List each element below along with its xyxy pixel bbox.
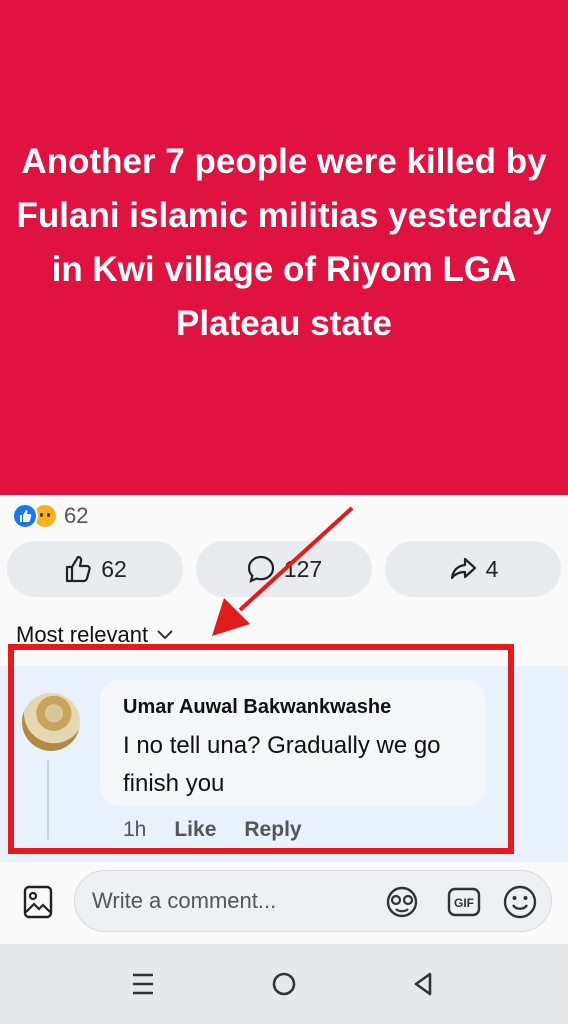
reaction-summary[interactable]: 62 <box>12 502 88 530</box>
post-text: Another 7 people were killed by Fulani i… <box>16 141 552 343</box>
post-actions: 62 127 4 <box>7 541 561 597</box>
menu-lines-icon <box>133 973 153 995</box>
home-button[interactable] <box>270 968 298 1005</box>
emoji-icon <box>503 885 537 919</box>
post-banner: Another 7 people were killed by Fulani i… <box>0 0 568 495</box>
chevron-down-icon <box>157 630 173 640</box>
svg-text:GIF: GIF <box>454 896 474 910</box>
home-circle-icon <box>272 972 296 996</box>
gif-button[interactable]: GIF <box>446 884 482 925</box>
back-button[interactable] <box>410 968 436 1005</box>
thumbs-up-icon <box>66 555 91 583</box>
share-count: 4 <box>485 555 499 582</box>
comment-button[interactable]: 127 <box>196 541 372 597</box>
like-reaction-icon <box>12 503 38 529</box>
recent-apps-button[interactable] <box>130 968 156 1005</box>
image-icon <box>23 885 53 919</box>
avatar-sticker-button[interactable] <box>384 884 420 925</box>
like-button[interactable]: 62 <box>7 541 183 597</box>
like-count: 62 <box>101 555 127 582</box>
comment-input-placeholder: Write a comment... <box>92 888 277 913</box>
share-arrow-icon <box>450 557 476 580</box>
highlight-box <box>8 644 514 854</box>
comment-bubble-icon <box>247 555 274 583</box>
avatar-sticker-icon <box>386 886 418 918</box>
back-triangle-icon <box>414 972 432 996</box>
emoji-button[interactable] <box>502 884 538 925</box>
gif-icon: GIF <box>447 887 481 917</box>
photo-button[interactable] <box>22 884 54 925</box>
comment-count: 127 <box>283 555 323 582</box>
share-button[interactable]: 4 <box>385 541 561 597</box>
reaction-count: 62 <box>64 503 89 528</box>
